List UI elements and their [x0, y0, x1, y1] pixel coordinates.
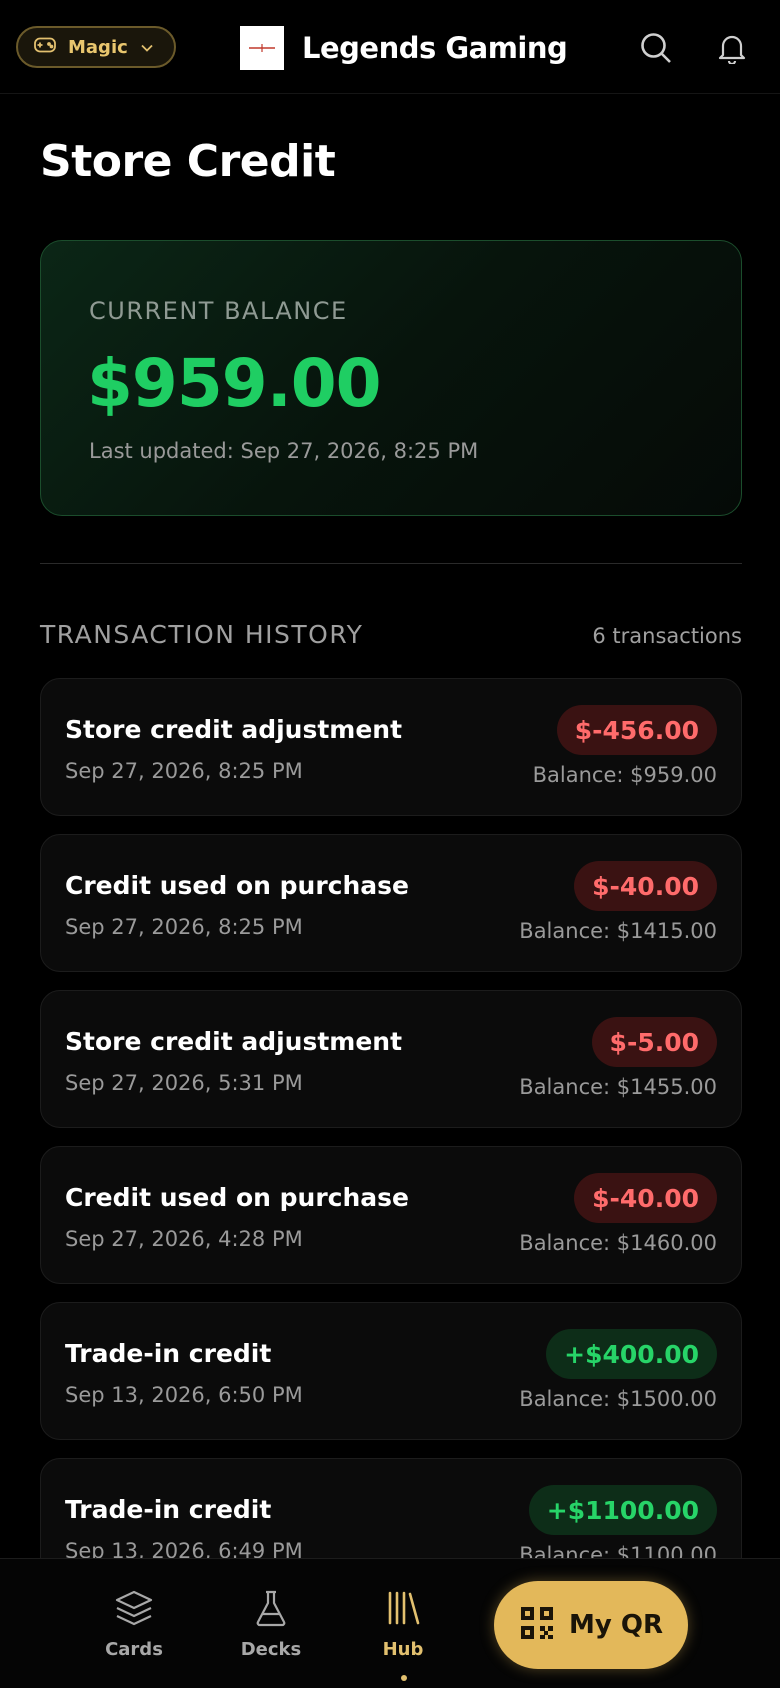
transaction-date: Sep 27, 2026, 8:25 PM — [65, 759, 303, 783]
transaction-balance: Balance: $1415.00 — [519, 919, 717, 943]
transaction-amount: +$1100.00 — [528, 1485, 717, 1535]
nav-cards-label: Cards — [105, 1639, 163, 1660]
nav-decks[interactable]: Decks — [226, 1589, 316, 1660]
chevron-down-icon — [140, 38, 154, 57]
transaction-title: Store credit adjustment — [65, 1027, 403, 1056]
transaction-date: Sep 27, 2026, 4:28 PM — [65, 1227, 303, 1251]
transaction-balance: Balance: $1455.00 — [519, 1075, 717, 1099]
transaction-list: Store credit adjustment Sep 27, 2026, 8:… — [40, 678, 742, 1614]
bottom-nav: Cards Decks Hub My QR — [0, 1558, 780, 1688]
transaction-balance: Balance: $1500.00 — [519, 1387, 717, 1411]
transaction-amount: $-5.00 — [591, 1017, 717, 1067]
active-indicator — [401, 1675, 407, 1681]
transaction-row[interactable]: Credit used on purchase Sep 27, 2026, 4:… — [40, 1146, 742, 1284]
page-title: Store Credit — [40, 136, 336, 187]
balance-updated: Last updated: Sep 27, 2026, 8:25 PM — [89, 439, 479, 463]
game-selector-label: Magic — [68, 36, 128, 58]
transaction-balance: Balance: $1460.00 — [519, 1231, 717, 1255]
bell-icon[interactable] — [712, 28, 752, 68]
transaction-row[interactable]: Trade-in credit Sep 13, 2026, 6:50 PM +$… — [40, 1302, 742, 1440]
qr-code-icon — [519, 1605, 555, 1645]
transaction-title: Credit used on purchase — [65, 1183, 410, 1212]
balance-amount: $959.00 — [87, 345, 382, 422]
brand[interactable]: Legends Gaming — [240, 26, 568, 70]
nav-hub[interactable]: Hub — [358, 1589, 448, 1660]
balance-card: CURRENT BALANCE $959.00 Last updated: Se… — [40, 240, 742, 516]
library-icon — [384, 1589, 422, 1631]
transaction-amount: +$400.00 — [546, 1329, 717, 1379]
nav-hub-label: Hub — [382, 1639, 424, 1660]
balance-label: CURRENT BALANCE — [89, 297, 348, 325]
transaction-date: Sep 13, 2026, 6:50 PM — [65, 1383, 303, 1407]
game-selector[interactable]: Magic — [16, 26, 176, 68]
my-qr-label: My QR — [569, 1610, 663, 1640]
transaction-amount: $-40.00 — [574, 1173, 717, 1223]
transaction-title: Store credit adjustment — [65, 715, 403, 744]
transaction-count: 6 transactions — [592, 624, 742, 648]
app-header: Magic Legends Gaming — [0, 0, 780, 94]
nav-decks-label: Decks — [240, 1639, 302, 1660]
transaction-row[interactable]: Credit used on purchase Sep 27, 2026, 8:… — [40, 834, 742, 972]
brand-name: Legends Gaming — [302, 31, 568, 65]
transaction-balance: Balance: $959.00 — [532, 763, 717, 787]
my-qr-button[interactable]: My QR — [494, 1581, 688, 1669]
controller-icon — [34, 37, 56, 57]
brand-logo — [240, 26, 284, 70]
transaction-title: Trade-in credit — [65, 1495, 272, 1524]
transaction-amount: $-456.00 — [556, 705, 717, 755]
transaction-amount: $-40.00 — [574, 861, 717, 911]
layers-icon — [114, 1589, 154, 1631]
search-icon[interactable] — [636, 28, 676, 68]
transaction-row[interactable]: Store credit adjustment Sep 27, 2026, 8:… — [40, 678, 742, 816]
transaction-date: Sep 27, 2026, 8:25 PM — [65, 915, 303, 939]
divider — [40, 563, 742, 564]
flask-icon — [253, 1589, 289, 1631]
transaction-row[interactable]: Store credit adjustment Sep 27, 2026, 5:… — [40, 990, 742, 1128]
nav-cards[interactable]: Cards — [89, 1589, 179, 1660]
transaction-date: Sep 27, 2026, 5:31 PM — [65, 1071, 303, 1095]
section-title: TRANSACTION HISTORY — [40, 620, 364, 649]
transaction-title: Trade-in credit — [65, 1339, 272, 1368]
transaction-title: Credit used on purchase — [65, 871, 410, 900]
